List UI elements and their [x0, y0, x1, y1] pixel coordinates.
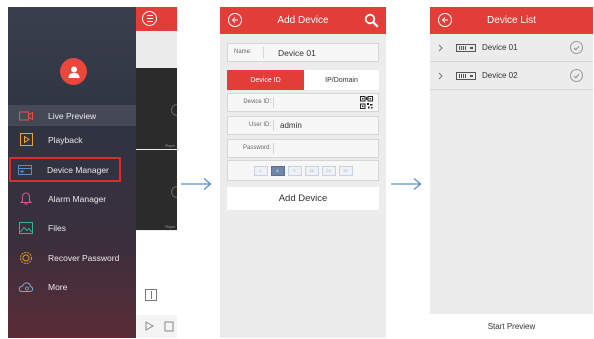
- menu-item-files[interactable]: Files: [8, 217, 136, 238]
- cloud-gear-icon: [17, 279, 35, 295]
- device-manager-icon: [16, 162, 34, 178]
- password-field[interactable]: Password:: [227, 139, 379, 158]
- check-circle-icon[interactable]: [570, 69, 583, 82]
- user-id-label: User ID:: [228, 120, 274, 131]
- arrow-right-icon: [391, 178, 422, 190]
- page-title: Add Device: [277, 15, 329, 26]
- image-file-icon: [17, 220, 35, 236]
- camera-thumbnail[interactable]: Player: [136, 68, 177, 149]
- menu-item-label: Live Preview: [48, 110, 97, 121]
- add-device-header: Add Device: [220, 7, 386, 34]
- dvr-icon: [456, 71, 476, 80]
- play-icon[interactable]: [145, 321, 154, 331]
- channel-option-selected[interactable]: 4: [270, 165, 285, 176]
- name-value: Device 01: [278, 47, 316, 58]
- chevron-right-icon[interactable]: [438, 72, 452, 80]
- menu-item-label: Device Manager: [47, 164, 109, 175]
- menu-item-label: More: [48, 281, 68, 292]
- password-label: Password:: [228, 143, 274, 154]
- camera-thumbnail[interactable]: Player: [136, 150, 177, 230]
- menu-item-device-manager[interactable]: Device Manager: [9, 157, 121, 182]
- user-icon: [68, 66, 79, 78]
- name-field[interactable]: Name: Device 01: [227, 43, 379, 62]
- channel-option[interactable]: 24: [321, 165, 336, 176]
- start-preview-button[interactable]: Start Preview: [430, 314, 593, 338]
- add-device-screen: Add Device Name: Device 01 Device ID IP/…: [220, 7, 386, 338]
- add-device-button[interactable]: Add Device: [227, 187, 379, 210]
- bell-icon: [17, 191, 35, 207]
- user-id-field[interactable]: User ID: admin: [227, 116, 379, 135]
- channel-option[interactable]: 9: [287, 165, 302, 176]
- menu-icon[interactable]: [142, 11, 157, 26]
- live-view-controls: [136, 231, 177, 315]
- menu-item-recover-password[interactable]: Recover Password: [8, 247, 136, 268]
- device-list-header: Device List: [430, 7, 593, 34]
- back-icon[interactable]: [438, 13, 452, 27]
- video-camera-icon: [17, 108, 35, 124]
- channel-option[interactable]: 16: [304, 165, 319, 176]
- channel-option[interactable]: 32: [338, 165, 353, 176]
- device-list-screen: Device List Device 01 Device 02 Start Pr…: [430, 7, 593, 338]
- chevron-right-icon[interactable]: [438, 44, 452, 52]
- arrow-right-icon: [181, 178, 212, 190]
- back-icon[interactable]: [228, 13, 242, 27]
- gear-lock-icon: [17, 250, 35, 266]
- menu-item-playback[interactable]: Playback: [8, 129, 136, 150]
- device-id-label: Device ID:: [228, 97, 274, 108]
- channel-selector: 1 4 9 16 24 32: [227, 160, 379, 181]
- menu-item-label: Playback: [48, 134, 83, 145]
- thumbnail-label: Player: [165, 144, 175, 148]
- split-screen-icon[interactable]: [145, 289, 157, 301]
- tab-ip-domain[interactable]: IP/Domain: [304, 70, 379, 90]
- check-circle-icon[interactable]: [570, 41, 583, 54]
- channel-option[interactable]: 1: [253, 165, 268, 176]
- play-icon: [171, 104, 177, 117]
- device-id-field[interactable]: Device ID:: [227, 93, 379, 112]
- menu-item-alarm-manager[interactable]: Alarm Manager: [8, 188, 136, 209]
- avatar[interactable]: [60, 58, 87, 85]
- bottom-toolbar: [136, 315, 177, 338]
- device-list-item[interactable]: Device 02: [430, 62, 593, 90]
- page-title: Device List: [487, 15, 536, 26]
- menu-item-label: Files: [48, 222, 66, 233]
- play-icon: [171, 186, 177, 198]
- playback-icon: [17, 132, 35, 148]
- dvr-icon: [456, 43, 476, 52]
- thumbnail-label: Player: [165, 225, 175, 229]
- tab-device-id[interactable]: Device ID: [227, 70, 304, 90]
- side-menu-screen: Live Preview Playback Device Manager Ala…: [8, 7, 177, 338]
- menu-item-label: Alarm Manager: [48, 193, 107, 204]
- device-name: Device 02: [482, 71, 518, 80]
- capture-icon[interactable]: [164, 320, 174, 332]
- menu-item-label: Recover Password: [48, 252, 120, 263]
- menu-item-more[interactable]: More: [8, 276, 136, 297]
- qr-code-icon[interactable]: [360, 96, 373, 109]
- name-label: Name:: [228, 47, 264, 58]
- menu-item-live-preview[interactable]: Live Preview: [8, 105, 136, 126]
- side-menu: Live Preview Playback Device Manager Ala…: [8, 7, 136, 338]
- device-list-item[interactable]: Device 01: [430, 34, 593, 62]
- user-id-value: admin: [280, 121, 302, 130]
- search-icon[interactable]: [364, 13, 379, 28]
- device-name: Device 01: [482, 43, 518, 52]
